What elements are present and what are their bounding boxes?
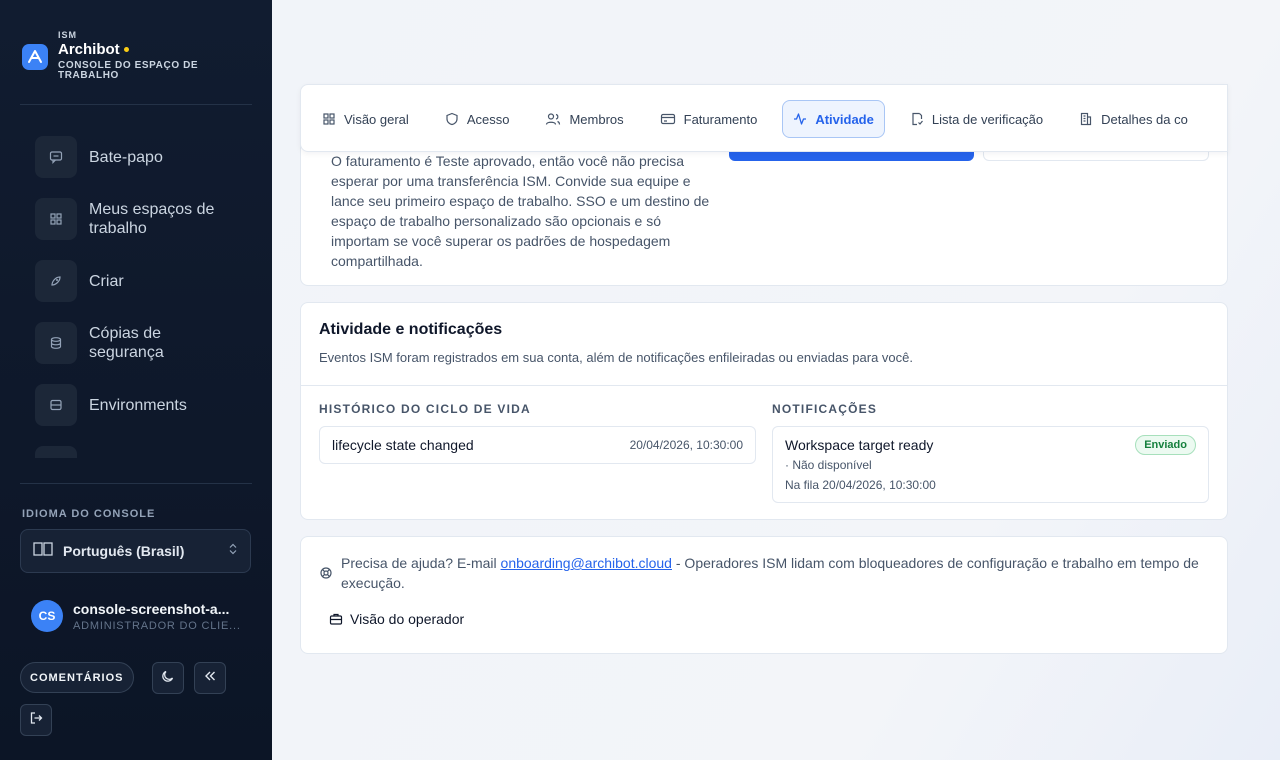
help-prefix: Precisa de ajuda? E-mail bbox=[341, 555, 497, 571]
collapse-sidebar-button[interactable] bbox=[194, 662, 226, 694]
help-card: Precisa de ajuda? E-mail onboarding@arch… bbox=[300, 536, 1228, 654]
brand-kicker: ISM bbox=[58, 30, 78, 40]
sidebar-item-label: Bate-papo bbox=[89, 148, 163, 166]
theme-toggle-button[interactable] bbox=[152, 662, 184, 694]
notification-queued-time: Na fila 20/04/2026, 10:30:00 bbox=[785, 478, 936, 492]
language-value: Português (Brasil) bbox=[63, 543, 185, 559]
sidebar-item-backups[interactable]: Cópias de segurança bbox=[20, 312, 252, 374]
list-item: lifecycle state changed 20/04/2026, 10:3… bbox=[319, 426, 756, 464]
tab-label: Detalhes da co bbox=[1101, 111, 1188, 127]
tab-bar: Visão geral Acesso Membros Faturamento A… bbox=[300, 84, 1228, 152]
operator-view-label: Visão do operador bbox=[350, 611, 465, 627]
tab-label: Acesso bbox=[466, 111, 510, 127]
moon-icon bbox=[161, 669, 175, 688]
tab-label: Atividade bbox=[815, 111, 874, 127]
tab-access[interactable]: Acesso bbox=[434, 100, 521, 138]
tab-activity[interactable]: Atividade bbox=[782, 100, 885, 138]
user-name: console-screenshot-a... bbox=[73, 600, 230, 617]
database-icon bbox=[35, 322, 77, 364]
help-text: Precisa de ajuda? E-mail onboarding@arch… bbox=[341, 553, 1211, 593]
shield-icon bbox=[446, 112, 458, 126]
checklist-icon bbox=[912, 112, 923, 126]
grid-icon bbox=[35, 198, 77, 240]
tab-company-details[interactable]: Detalhes da co bbox=[1068, 100, 1199, 138]
nav-icon-partial bbox=[35, 446, 77, 458]
logout-icon bbox=[29, 711, 43, 730]
brand[interactable]: ISM Archibot CONSOLE DO ESPAÇO DE TRABAL… bbox=[22, 30, 218, 81]
tab-overview[interactable]: Visão geral bbox=[311, 100, 420, 138]
tab-label: Visão geral bbox=[344, 111, 409, 127]
lifecycle-event-time: 20/04/2026, 10:30:00 bbox=[629, 438, 743, 452]
users-icon bbox=[546, 113, 561, 125]
lifebuoy-icon bbox=[319, 566, 333, 585]
sidebar-item-chat[interactable]: Bate-papo bbox=[20, 126, 252, 188]
brand-name: Archibot bbox=[58, 41, 218, 58]
chevrons-left-icon bbox=[203, 669, 217, 688]
notifications-title: NOTIFICAÇÕES bbox=[772, 402, 878, 416]
chat-icon bbox=[35, 136, 77, 178]
notification-detail: · Não disponível bbox=[785, 458, 872, 472]
sidebar-item-partial[interactable] bbox=[20, 436, 252, 458]
user-role: ADMINISTRADOR DO CLIE... bbox=[73, 619, 241, 632]
rocket-icon bbox=[35, 260, 77, 302]
archibot-logo-icon bbox=[22, 44, 48, 70]
activity-divider bbox=[301, 385, 1227, 386]
sidebar-nav: Bate-papo Meus espaços de trabalho Criar… bbox=[20, 126, 252, 458]
sidebar-divider bbox=[20, 483, 252, 484]
grid-icon bbox=[323, 113, 335, 125]
support-email-link[interactable]: onboarding@archibot.cloud bbox=[501, 555, 672, 571]
brand-name-text: Archibot bbox=[58, 41, 120, 58]
operator-view-button[interactable]: Visão do operador bbox=[329, 611, 464, 627]
lifecycle-event-label: lifecycle state changed bbox=[332, 437, 474, 453]
tab-label: Lista de verificação bbox=[931, 111, 1044, 127]
lifecycle-title: HISTÓRICO DO CICLO DE VIDA bbox=[319, 402, 531, 416]
activity-icon bbox=[794, 113, 807, 125]
server-icon bbox=[35, 384, 77, 426]
chevron-up-down-icon bbox=[228, 542, 238, 560]
sidebar-item-create[interactable]: Criar bbox=[20, 250, 252, 312]
activity-title: Atividade e notificações bbox=[319, 321, 503, 338]
status-dot-icon bbox=[123, 47, 129, 52]
activity-card: Atividade e notificações Eventos ISM for… bbox=[300, 302, 1228, 520]
tab-label: Faturamento bbox=[683, 111, 758, 127]
sidebar-item-label: Criar bbox=[89, 272, 124, 290]
sidebar-item-label: Meus espaços de trabalho bbox=[89, 201, 215, 237]
briefcase-icon bbox=[329, 613, 343, 625]
logout-button[interactable] bbox=[20, 704, 52, 736]
sidebar-item-label: Environments bbox=[89, 396, 187, 414]
feedback-button[interactable]: COMENTÁRIOS bbox=[20, 662, 134, 693]
tab-members[interactable]: Membros bbox=[534, 100, 634, 138]
credit-card-icon bbox=[660, 113, 675, 125]
tab-label: Membros bbox=[569, 111, 624, 127]
user-profile[interactable]: CS console-screenshot-a... ADMINISTRADOR… bbox=[31, 600, 241, 632]
brand-subtitle: CONSOLE DO ESPAÇO DE TRABALHO bbox=[58, 60, 199, 81]
sidebar: ISM Archibot CONSOLE DO ESPAÇO DE TRABAL… bbox=[0, 0, 272, 760]
tab-billing[interactable]: Faturamento bbox=[649, 100, 769, 138]
status-badge: Enviado bbox=[1135, 435, 1196, 455]
avatar: CS bbox=[31, 600, 63, 632]
sidebar-divider bbox=[20, 104, 252, 105]
sidebar-item-environments[interactable]: Environments bbox=[20, 374, 252, 436]
sidebar-item-workspaces[interactable]: Meus espaços de trabalho bbox=[20, 188, 252, 250]
intro-text: O faturamento é Teste aprovado, então vo… bbox=[331, 153, 710, 269]
building-icon bbox=[1081, 112, 1092, 126]
activity-description: Eventos ISM foram registrados em sua con… bbox=[319, 350, 913, 365]
tab-checklist[interactable]: Lista de verificação bbox=[899, 100, 1054, 138]
list-item: Workspace target ready Enviado · Não dis… bbox=[772, 426, 1209, 503]
language-select[interactable]: Português (Brasil) bbox=[20, 529, 251, 573]
main-content: O faturamento é Teste aprovado, então vo… bbox=[272, 0, 1280, 760]
language-title: IDIOMA DO CONSOLE bbox=[22, 508, 156, 520]
book-icon bbox=[33, 541, 53, 562]
sidebar-item-label: Cópias de segurança bbox=[89, 325, 164, 361]
